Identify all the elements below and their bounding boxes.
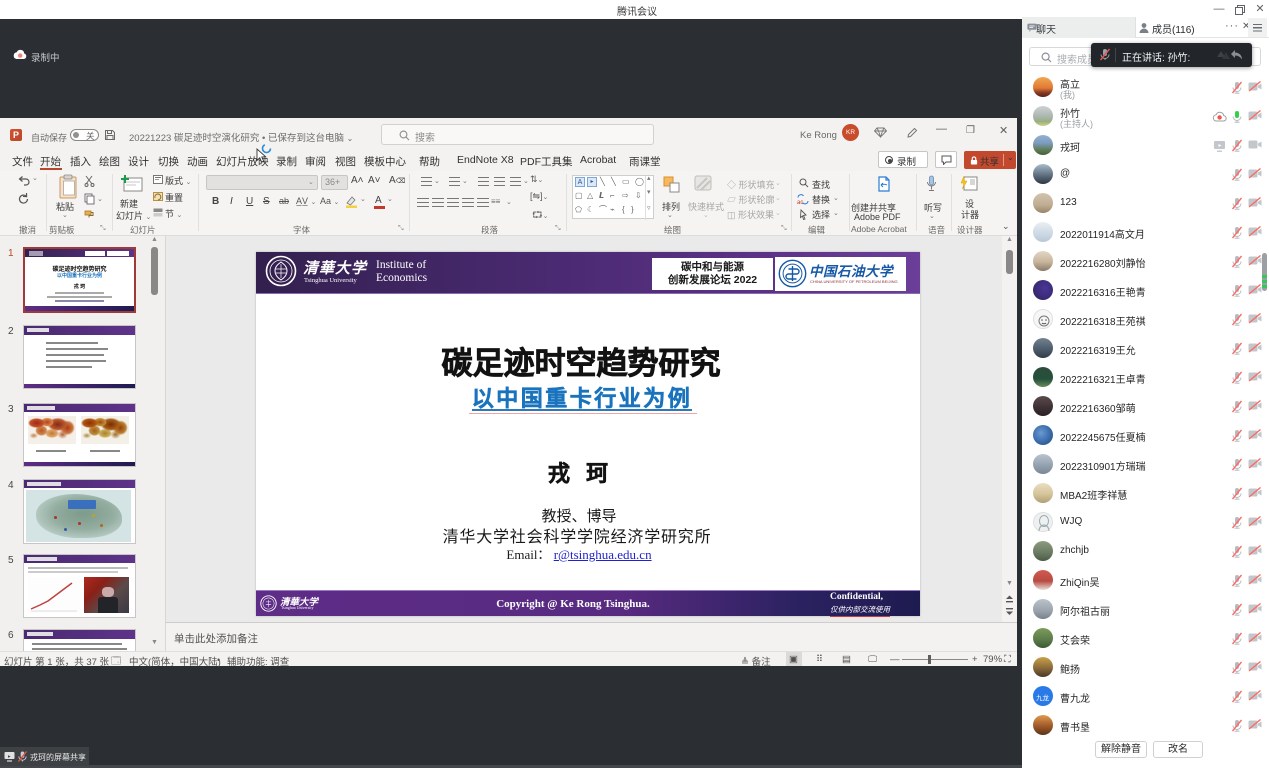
svg-text:ac: ac <box>797 200 803 205</box>
